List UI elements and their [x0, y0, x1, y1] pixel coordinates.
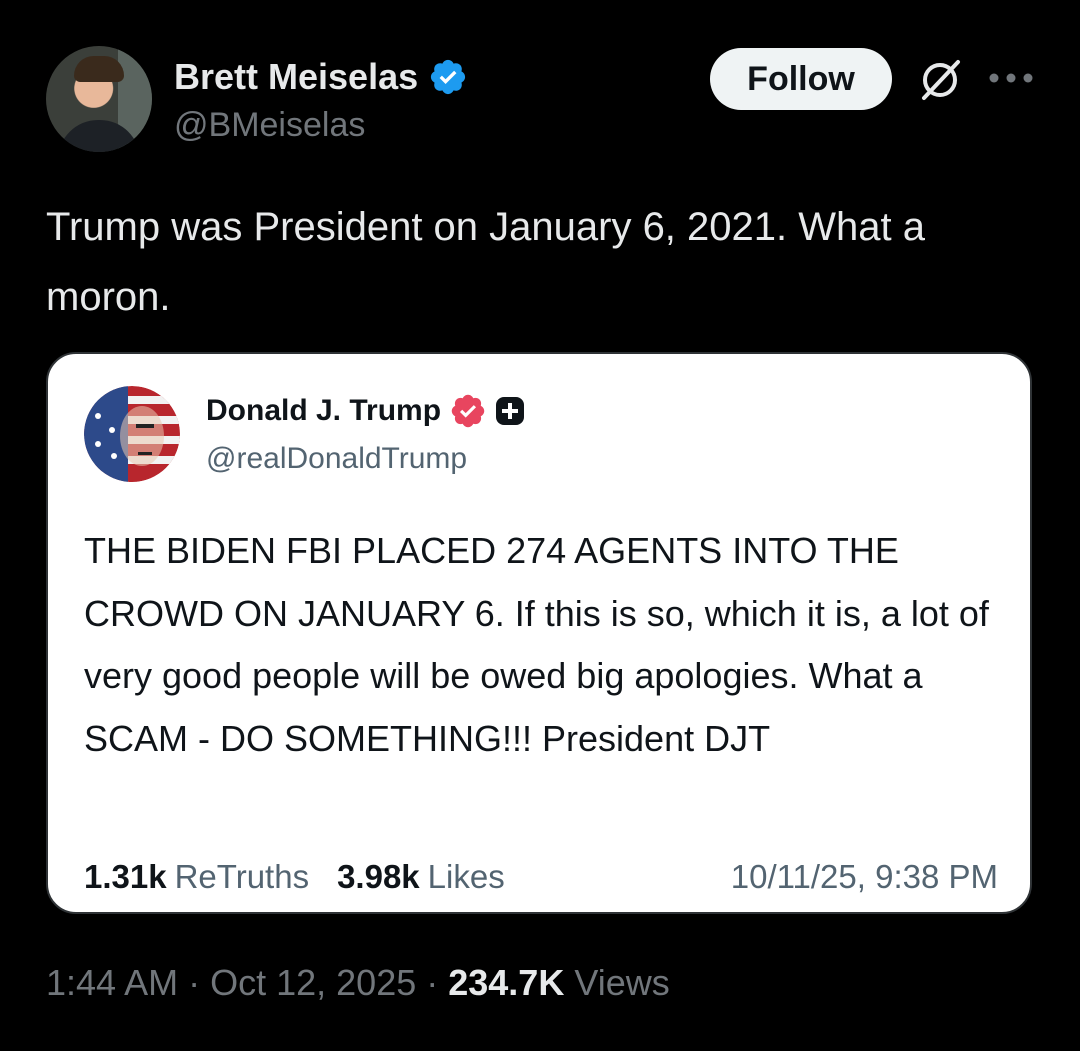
tweet-meta: 1:44 AM · Oct 12, 2025 · 234.7K Views — [46, 962, 670, 1004]
quote-author-name[interactable]: Donald J. Trump — [206, 394, 441, 428]
author-name-row: Brett Meiselas — [174, 56, 468, 98]
quote-stats: 1.31k ReTruths 3.98k Likes 10/11/25, 9:3… — [84, 858, 998, 896]
meta-separator: · — [188, 962, 201, 1003]
tweet-header: Brett Meiselas @BMeiselas Follow — [46, 46, 1036, 156]
author-name[interactable]: Brett Meiselas — [174, 56, 418, 98]
author-avatar[interactable] — [46, 46, 152, 152]
quote-text: THE BIDEN FBI PLACED 274 AGENTS INTO THE… — [84, 530, 989, 759]
likes-count: 3.98k — [337, 858, 420, 895]
quote-author-avatar[interactable] — [84, 386, 180, 482]
quote-verified-badge-icon — [451, 394, 485, 428]
retruths-label: ReTruths — [174, 858, 310, 895]
views-label: Views — [574, 962, 670, 1003]
meta-separator: · — [426, 962, 439, 1003]
quoted-post-card[interactable]: Donald J. Trump @realDonaldTrump THE BID… — [46, 352, 1032, 914]
quote-author-handle[interactable]: @realDonaldTrump — [206, 442, 467, 476]
grok-icon[interactable] — [914, 54, 966, 106]
tweet-text: Trump was President on January 6, 2021. … — [46, 205, 925, 319]
quote-timestamp: 10/11/25, 9:38 PM — [730, 858, 998, 895]
likes-label: Likes — [427, 858, 505, 895]
quote-author-name-row: Donald J. Trump — [206, 392, 525, 430]
plus-badge-icon — [496, 397, 525, 425]
author-handle[interactable]: @BMeiselas — [174, 106, 365, 145]
post-time[interactable]: 1:44 AM — [46, 962, 178, 1004]
post-date[interactable]: Oct 12, 2025 — [210, 962, 416, 1004]
verified-badge-icon — [431, 59, 466, 95]
views-count[interactable]: 234.7K — [448, 962, 564, 1003]
follow-button[interactable]: Follow — [710, 48, 892, 110]
more-icon[interactable] — [986, 70, 1036, 86]
retruths-count: 1.31k — [84, 858, 167, 895]
